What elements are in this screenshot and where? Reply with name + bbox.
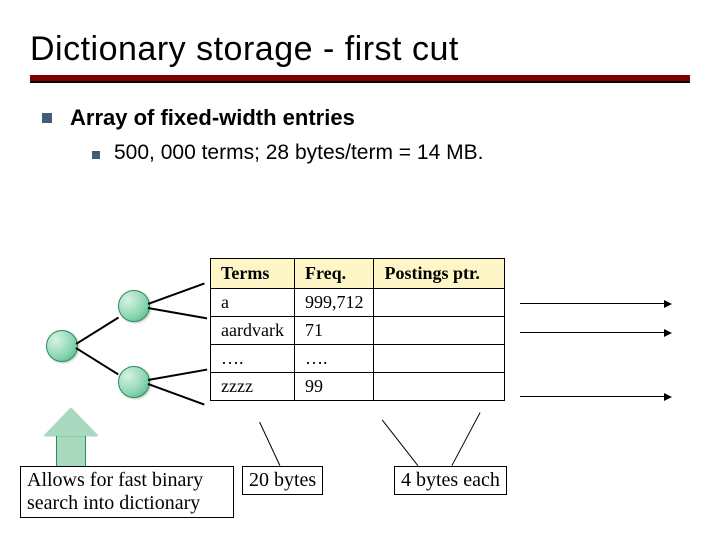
bytes-20-caption: 20 bytes [242, 466, 323, 495]
cell-term: a [211, 289, 295, 317]
cell-ptr [374, 373, 505, 401]
tree-edge [76, 347, 119, 375]
tree-node [118, 290, 150, 322]
cell-term: zzzz [211, 373, 295, 401]
binary-search-caption: Allows for fast binary search into dicti… [20, 466, 234, 518]
cell-term: …. [211, 345, 295, 373]
col-postings-ptr: Postings ptr. [374, 259, 505, 289]
bullet-icon [42, 113, 52, 123]
slide-title: Dictionary storage - first cut [30, 30, 690, 69]
tree-node [118, 366, 150, 398]
cell-freq: 999,712 [294, 289, 374, 317]
tree-edge [148, 369, 207, 381]
bytes-4-caption: 4 bytes each [394, 466, 507, 495]
bullet-list: Array of fixed-width entries 500, 000 te… [42, 105, 690, 165]
cell-term: aardvark [211, 317, 295, 345]
table-row: …. …. [211, 345, 505, 373]
tree-node [46, 330, 78, 362]
col-terms: Terms [211, 259, 295, 289]
cell-freq: …. [294, 345, 374, 373]
annotation-line [259, 422, 280, 466]
slide: Dictionary storage - first cut Array of … [0, 0, 720, 540]
bullet-2-text: 500, 000 terms; 28 bytes/term = 14 MB. [114, 141, 483, 165]
annotation-line [451, 412, 480, 466]
cell-ptr [374, 345, 505, 373]
up-arrow-icon [44, 408, 98, 468]
col-freq: Freq. [294, 259, 374, 289]
table-row: zzzz 99 [211, 373, 505, 401]
tree-edge [148, 307, 207, 319]
bullet-icon [92, 151, 100, 159]
dictionary-table: Terms Freq. Postings ptr. a 999,712 aard… [210, 258, 505, 401]
table-row: a 999,712 [211, 289, 505, 317]
bullet-1-text: Array of fixed-width entries [70, 105, 355, 131]
annotation-line [382, 420, 419, 466]
pointer-arrow [520, 332, 670, 333]
dictionary-table-wrap: Terms Freq. Postings ptr. a 999,712 aard… [210, 258, 505, 401]
bullet-level-1: Array of fixed-width entries [42, 105, 690, 131]
title-rule [30, 75, 690, 81]
pointer-arrow [520, 303, 670, 304]
cell-ptr [374, 289, 505, 317]
tree-edge [76, 317, 119, 345]
tree-edge [148, 383, 205, 405]
cell-freq: 71 [294, 317, 374, 345]
bullet-level-2: 500, 000 terms; 28 bytes/term = 14 MB. [92, 141, 690, 165]
cell-ptr [374, 317, 505, 345]
tree-edge [148, 283, 205, 305]
pointer-arrow [520, 396, 670, 397]
table-row: aardvark 71 [211, 317, 505, 345]
table-header-row: Terms Freq. Postings ptr. [211, 259, 505, 289]
cell-freq: 99 [294, 373, 374, 401]
